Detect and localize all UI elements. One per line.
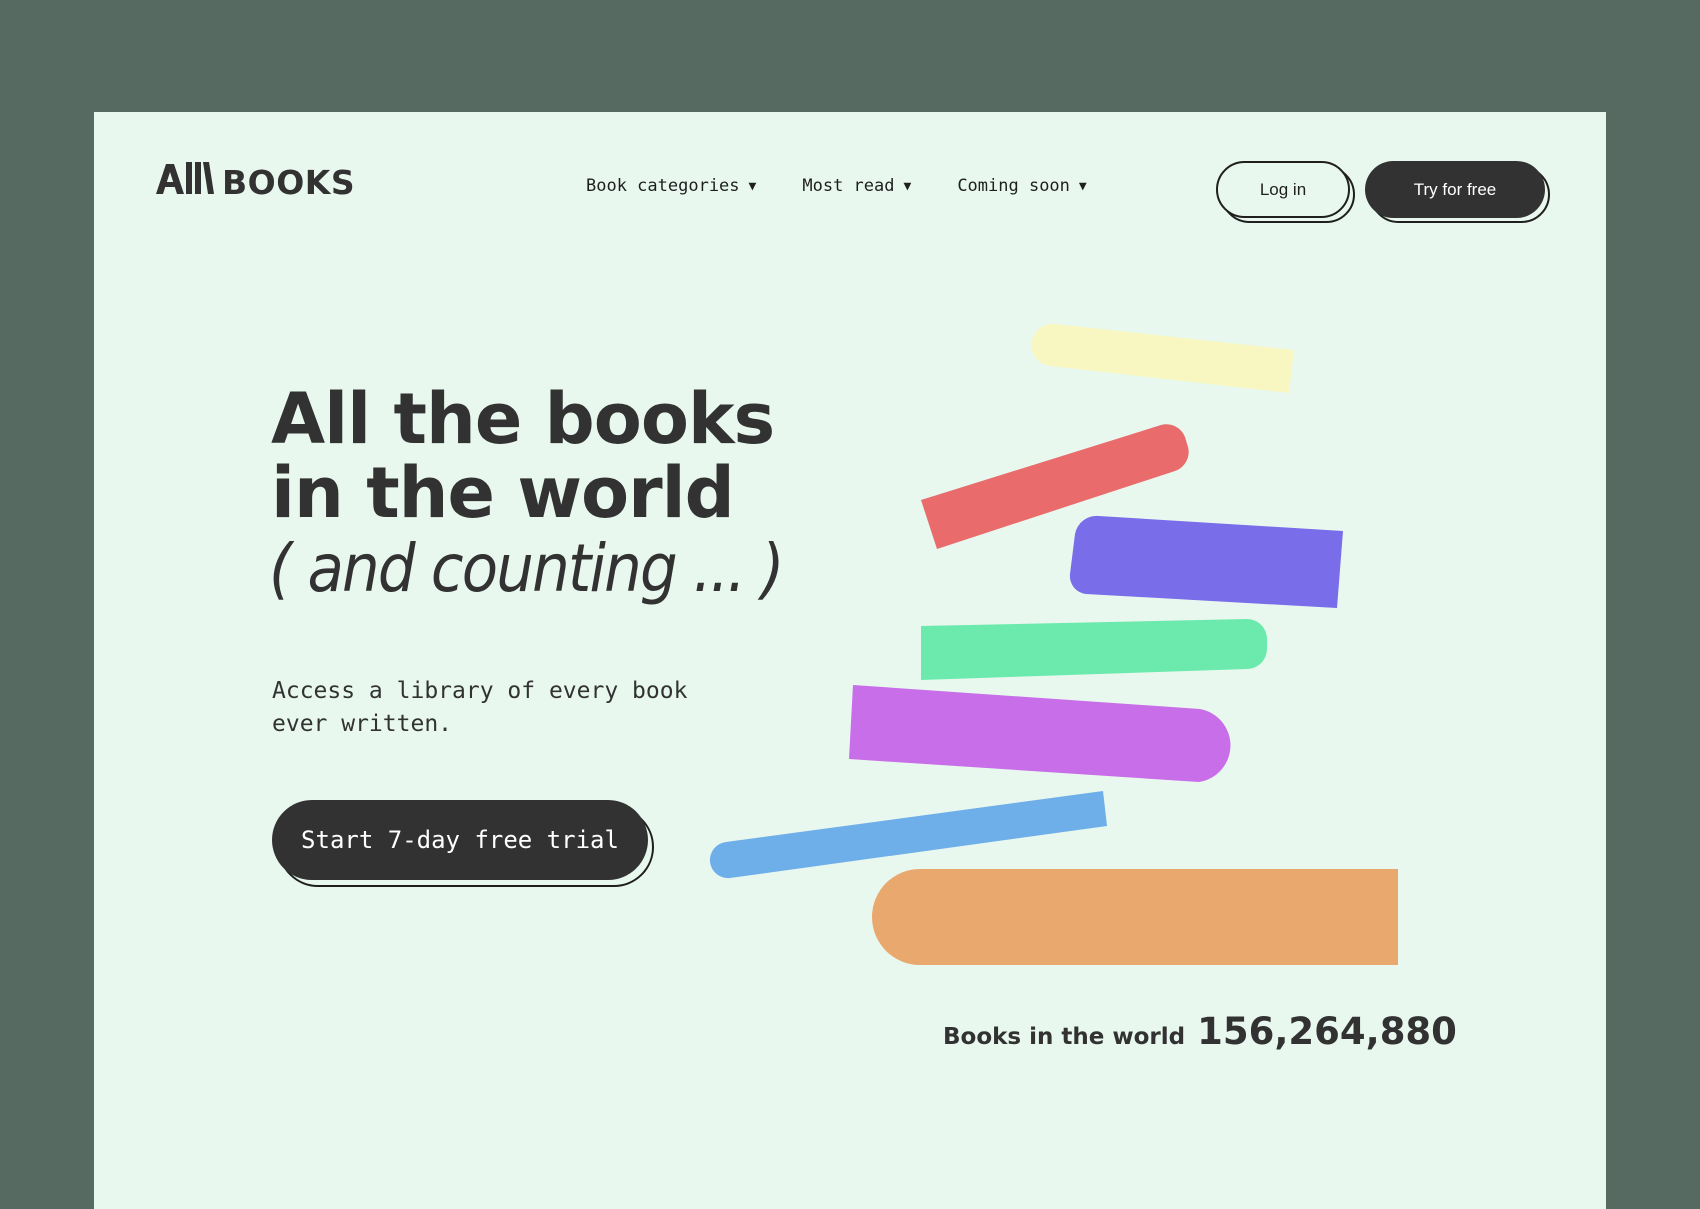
book-green <box>921 619 1267 680</box>
book-yellow <box>1031 323 1294 393</box>
book-violet <box>849 685 1231 782</box>
books-counter-value: 156,264,880 <box>1197 1010 1457 1053</box>
books-counter-label: Books in the world <box>943 1024 1186 1050</box>
book-blue <box>709 791 1107 879</box>
book-indigo <box>1069 515 1343 608</box>
book-orange <box>872 869 1398 965</box>
page-canvas: BOOKS Book categories ▼ Most read ▼ Comi… <box>94 112 1606 1209</box>
books-counter: Books in the world 156,264,880 <box>943 1010 1457 1053</box>
